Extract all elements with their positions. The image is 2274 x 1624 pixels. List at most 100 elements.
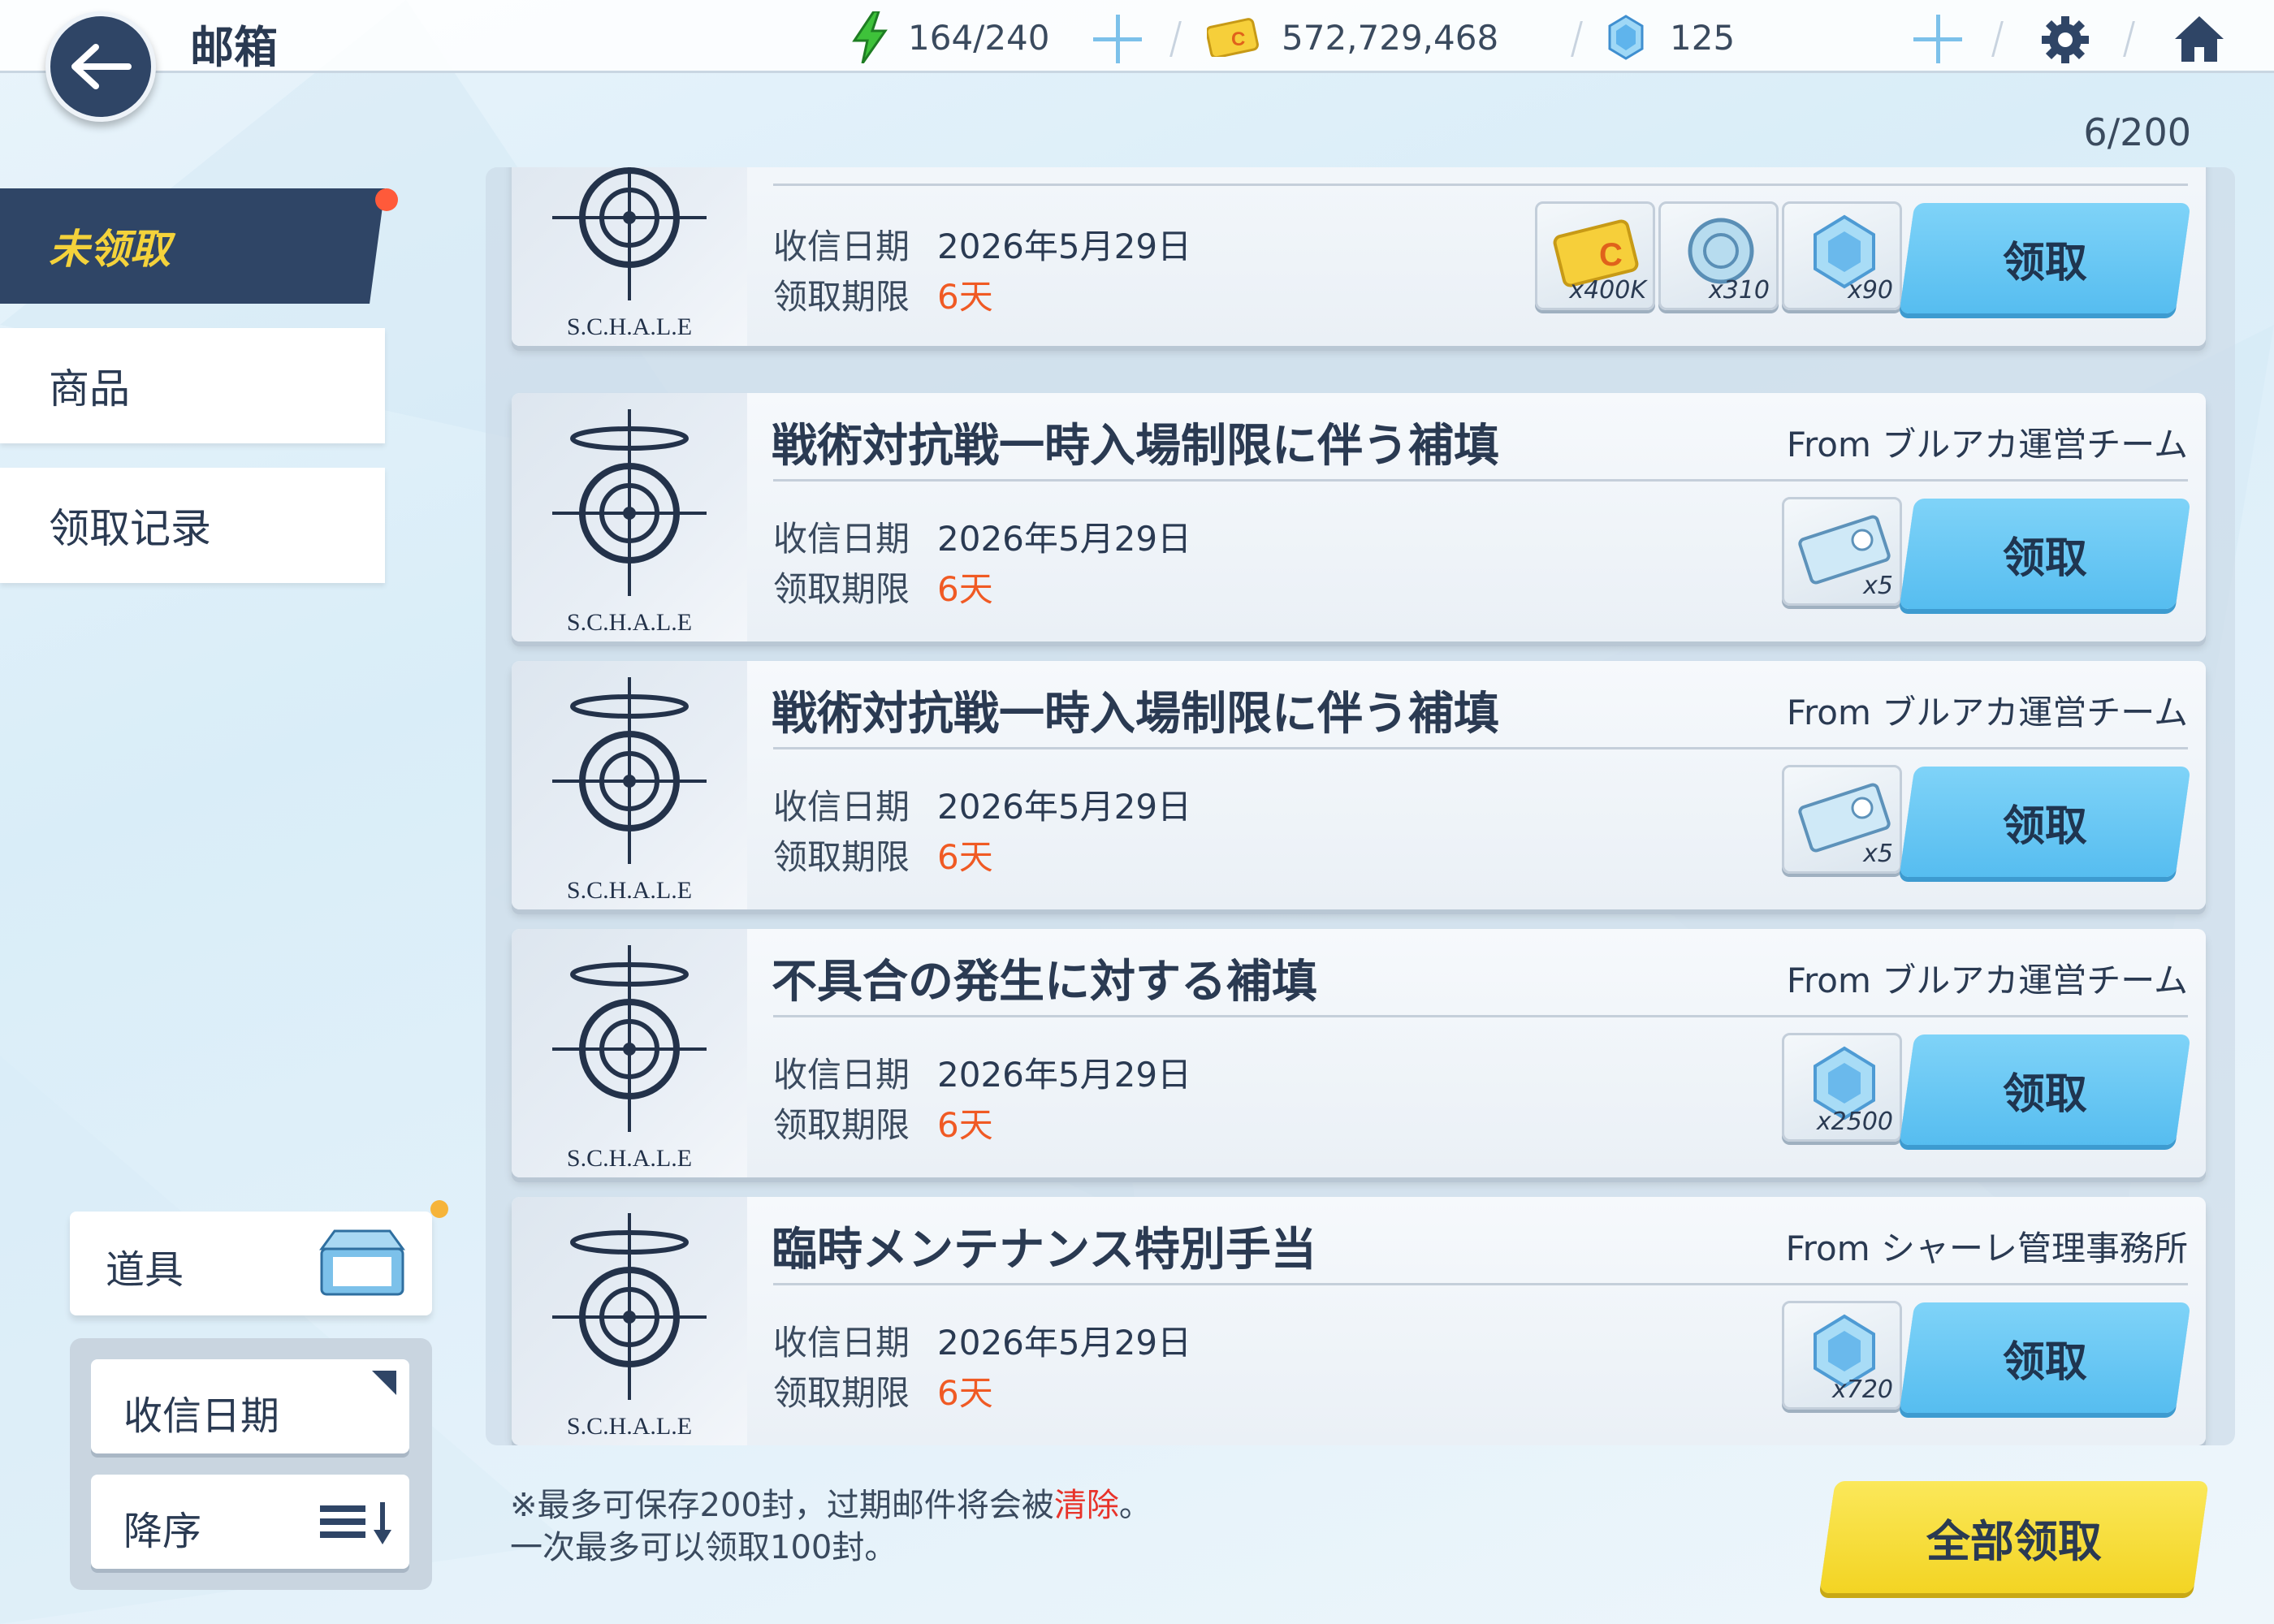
- page-title: 邮箱: [190, 22, 278, 73]
- deadline-label: 领取期限: [773, 1105, 910, 1145]
- reward-item[interactable]: x90: [1782, 201, 1902, 310]
- back-button[interactable]: [45, 11, 156, 122]
- reward-item[interactable]: x5: [1782, 497, 1902, 606]
- mail-title: 戦術対抗戦一時入場制限に伴う補填: [772, 688, 1499, 741]
- received-date: 2026年5月29日: [937, 519, 1192, 559]
- deadline-label: 领取期限: [773, 277, 910, 317]
- mail-item: S.C.H.A.L.E 戦術対抗戦一時入場制限に伴う補填 From ブルアカ運営…: [512, 393, 2206, 641]
- received-date-label: 收信日期: [773, 519, 910, 559]
- claim-all-label: 全部领取: [1926, 1515, 2102, 1567]
- sort-order-label: 降序: [123, 1509, 202, 1554]
- mail-sender: From シャーレ管理事務所: [1785, 1229, 2188, 1268]
- mail-item: S.C.H.A.L.E 收信日期 2026年5月29日 领取期限 6天 C x4…: [512, 167, 2206, 346]
- deadline-days: 6天: [937, 569, 993, 609]
- reward-item[interactable]: C x400K: [1535, 201, 1655, 310]
- reward-item[interactable]: x5: [1782, 765, 1902, 874]
- mail-sender: From ブルアカ運営チーム: [1786, 693, 2188, 732]
- reward-qty: x310: [1708, 276, 1770, 304]
- svg-text:C: C: [1599, 237, 1623, 273]
- dropdown-corner-icon: [372, 1371, 396, 1395]
- notification-dot: [430, 1200, 448, 1218]
- received-date-label: 收信日期: [773, 1323, 910, 1363]
- items-filter-label: 道具: [106, 1247, 184, 1293]
- reward-item[interactable]: x2500: [1782, 1033, 1902, 1142]
- mail-item: S.C.H.A.L.E 不具合の発生に対する補填 From ブルアカ運営チーム …: [512, 929, 2206, 1177]
- mail-title: 戦術対抗戦一時入場制限に伴う補填: [772, 420, 1499, 473]
- lightning-icon: [852, 11, 888, 63]
- mail-list[interactable]: S.C.H.A.L.E 收信日期 2026年5月29日 领取期限 6天 C x4…: [486, 167, 2235, 1445]
- claim-button[interactable]: 领取: [1899, 203, 2191, 313]
- reward-qty: x400K: [1569, 276, 1646, 304]
- received-date: 2026年5月29日: [937, 227, 1192, 266]
- deadline-label: 领取期限: [773, 1373, 910, 1413]
- divider: [1169, 21, 1182, 57]
- add-gems-button[interactable]: [1913, 15, 1962, 63]
- top-bar: 邮箱 164/240 C 572,729,468 125: [0, 0, 2274, 73]
- claim-button[interactable]: 领取: [1899, 1034, 2191, 1145]
- received-date-label: 收信日期: [773, 227, 910, 266]
- gems-display: 125: [1606, 13, 1735, 62]
- tab-products[interactable]: 商品: [0, 328, 385, 443]
- divider: [773, 479, 2188, 482]
- tab-unclaimed[interactable]: 未领取: [0, 188, 385, 304]
- divider: [773, 1283, 2188, 1285]
- divider: [1991, 21, 2004, 57]
- svg-text:S.C.H.A.L.E: S.C.H.A.L.E: [567, 313, 692, 340]
- schale-emblem: S.C.H.A.L.E: [512, 661, 747, 909]
- mail-sender: From ブルアカ運営チーム: [1786, 425, 2188, 464]
- divider: [773, 1015, 2188, 1017]
- schale-emblem: S.C.H.A.L.E: [512, 167, 747, 346]
- tab-label: 商品: [49, 365, 130, 412]
- reward-item[interactable]: x720: [1782, 1301, 1902, 1410]
- items-filter-button[interactable]: 道具: [70, 1212, 432, 1315]
- deadline-days: 6天: [937, 837, 993, 877]
- svg-text:S.C.H.A.L.E: S.C.H.A.L.E: [567, 609, 692, 636]
- tab-label: 未领取: [49, 226, 171, 273]
- mail-item: S.C.H.A.L.E 臨時メンテナンス特別手当 From シャーレ管理事務所 …: [512, 1197, 2206, 1445]
- sort-order-button[interactable]: 降序: [91, 1475, 409, 1569]
- claim-all-button[interactable]: 全部领取: [1819, 1481, 2209, 1593]
- reward-qty: x720: [1831, 1376, 1893, 1404]
- reward-item[interactable]: x310: [1658, 201, 1779, 310]
- tab-claim-history[interactable]: 领取记录: [0, 468, 385, 583]
- claim-button[interactable]: 领取: [1899, 1302, 2191, 1413]
- schale-logo-icon: S.C.H.A.L.E: [552, 1213, 707, 1440]
- svg-text:S.C.H.A.L.E: S.C.H.A.L.E: [567, 1413, 692, 1440]
- reward-qty: x90: [1848, 276, 1893, 304]
- received-date: 2026年5月29日: [937, 1323, 1192, 1363]
- sort-field-label: 收信日期: [123, 1393, 280, 1439]
- tab-label: 领取记录: [49, 505, 211, 552]
- mail-title: 不具合の発生に対する補填: [772, 956, 1317, 1009]
- received-date: 2026年5月29日: [937, 787, 1192, 827]
- reward-qty: x5: [1863, 840, 1893, 868]
- item-box-icon: [319, 1229, 405, 1296]
- received-date: 2026年5月29日: [937, 1055, 1192, 1095]
- home-icon[interactable]: [2173, 15, 2225, 63]
- deadline-label: 领取期限: [773, 837, 910, 877]
- schale-emblem: S.C.H.A.L.E: [512, 1197, 747, 1445]
- credits-display: C 572,729,468: [1207, 13, 1498, 62]
- claim-button[interactable]: 领取: [1899, 499, 2191, 609]
- note-line-1: ※最多可保存200封，过期邮件将会被清除。: [510, 1487, 1152, 1524]
- credits-value: 572,729,468: [1282, 17, 1499, 58]
- mail-sender: From ブルアカ運営チーム: [1786, 961, 2188, 1000]
- claim-button[interactable]: 领取: [1899, 767, 2191, 877]
- credit-card-icon: C: [1207, 18, 1259, 57]
- gear-icon[interactable]: [2040, 15, 2090, 65]
- mail-title: 臨時メンテナンス特別手当: [772, 1224, 1316, 1276]
- deadline-days: 6天: [937, 1105, 993, 1145]
- ap-display: 164/240: [851, 11, 1049, 63]
- add-ap-button[interactable]: [1093, 15, 1142, 63]
- notification-dot: [375, 188, 398, 211]
- deadline-days: 6天: [937, 277, 993, 317]
- divider: [2123, 21, 2135, 57]
- received-date-label: 收信日期: [773, 1055, 910, 1095]
- divider: [1571, 21, 1583, 57]
- svg-text:S.C.H.A.L.E: S.C.H.A.L.E: [567, 1145, 692, 1172]
- sort-field-button[interactable]: 收信日期: [91, 1359, 409, 1453]
- deadline-label: 领取期限: [773, 569, 910, 609]
- schale-logo-icon: S.C.H.A.L.E: [552, 945, 707, 1172]
- footer-note: ※最多可保存200封，过期邮件将会被清除。 一次最多可以领取100封。: [510, 1484, 1152, 1569]
- schale-logo-icon: S.C.H.A.L.E: [552, 677, 707, 904]
- reward-qty: x5: [1863, 572, 1893, 600]
